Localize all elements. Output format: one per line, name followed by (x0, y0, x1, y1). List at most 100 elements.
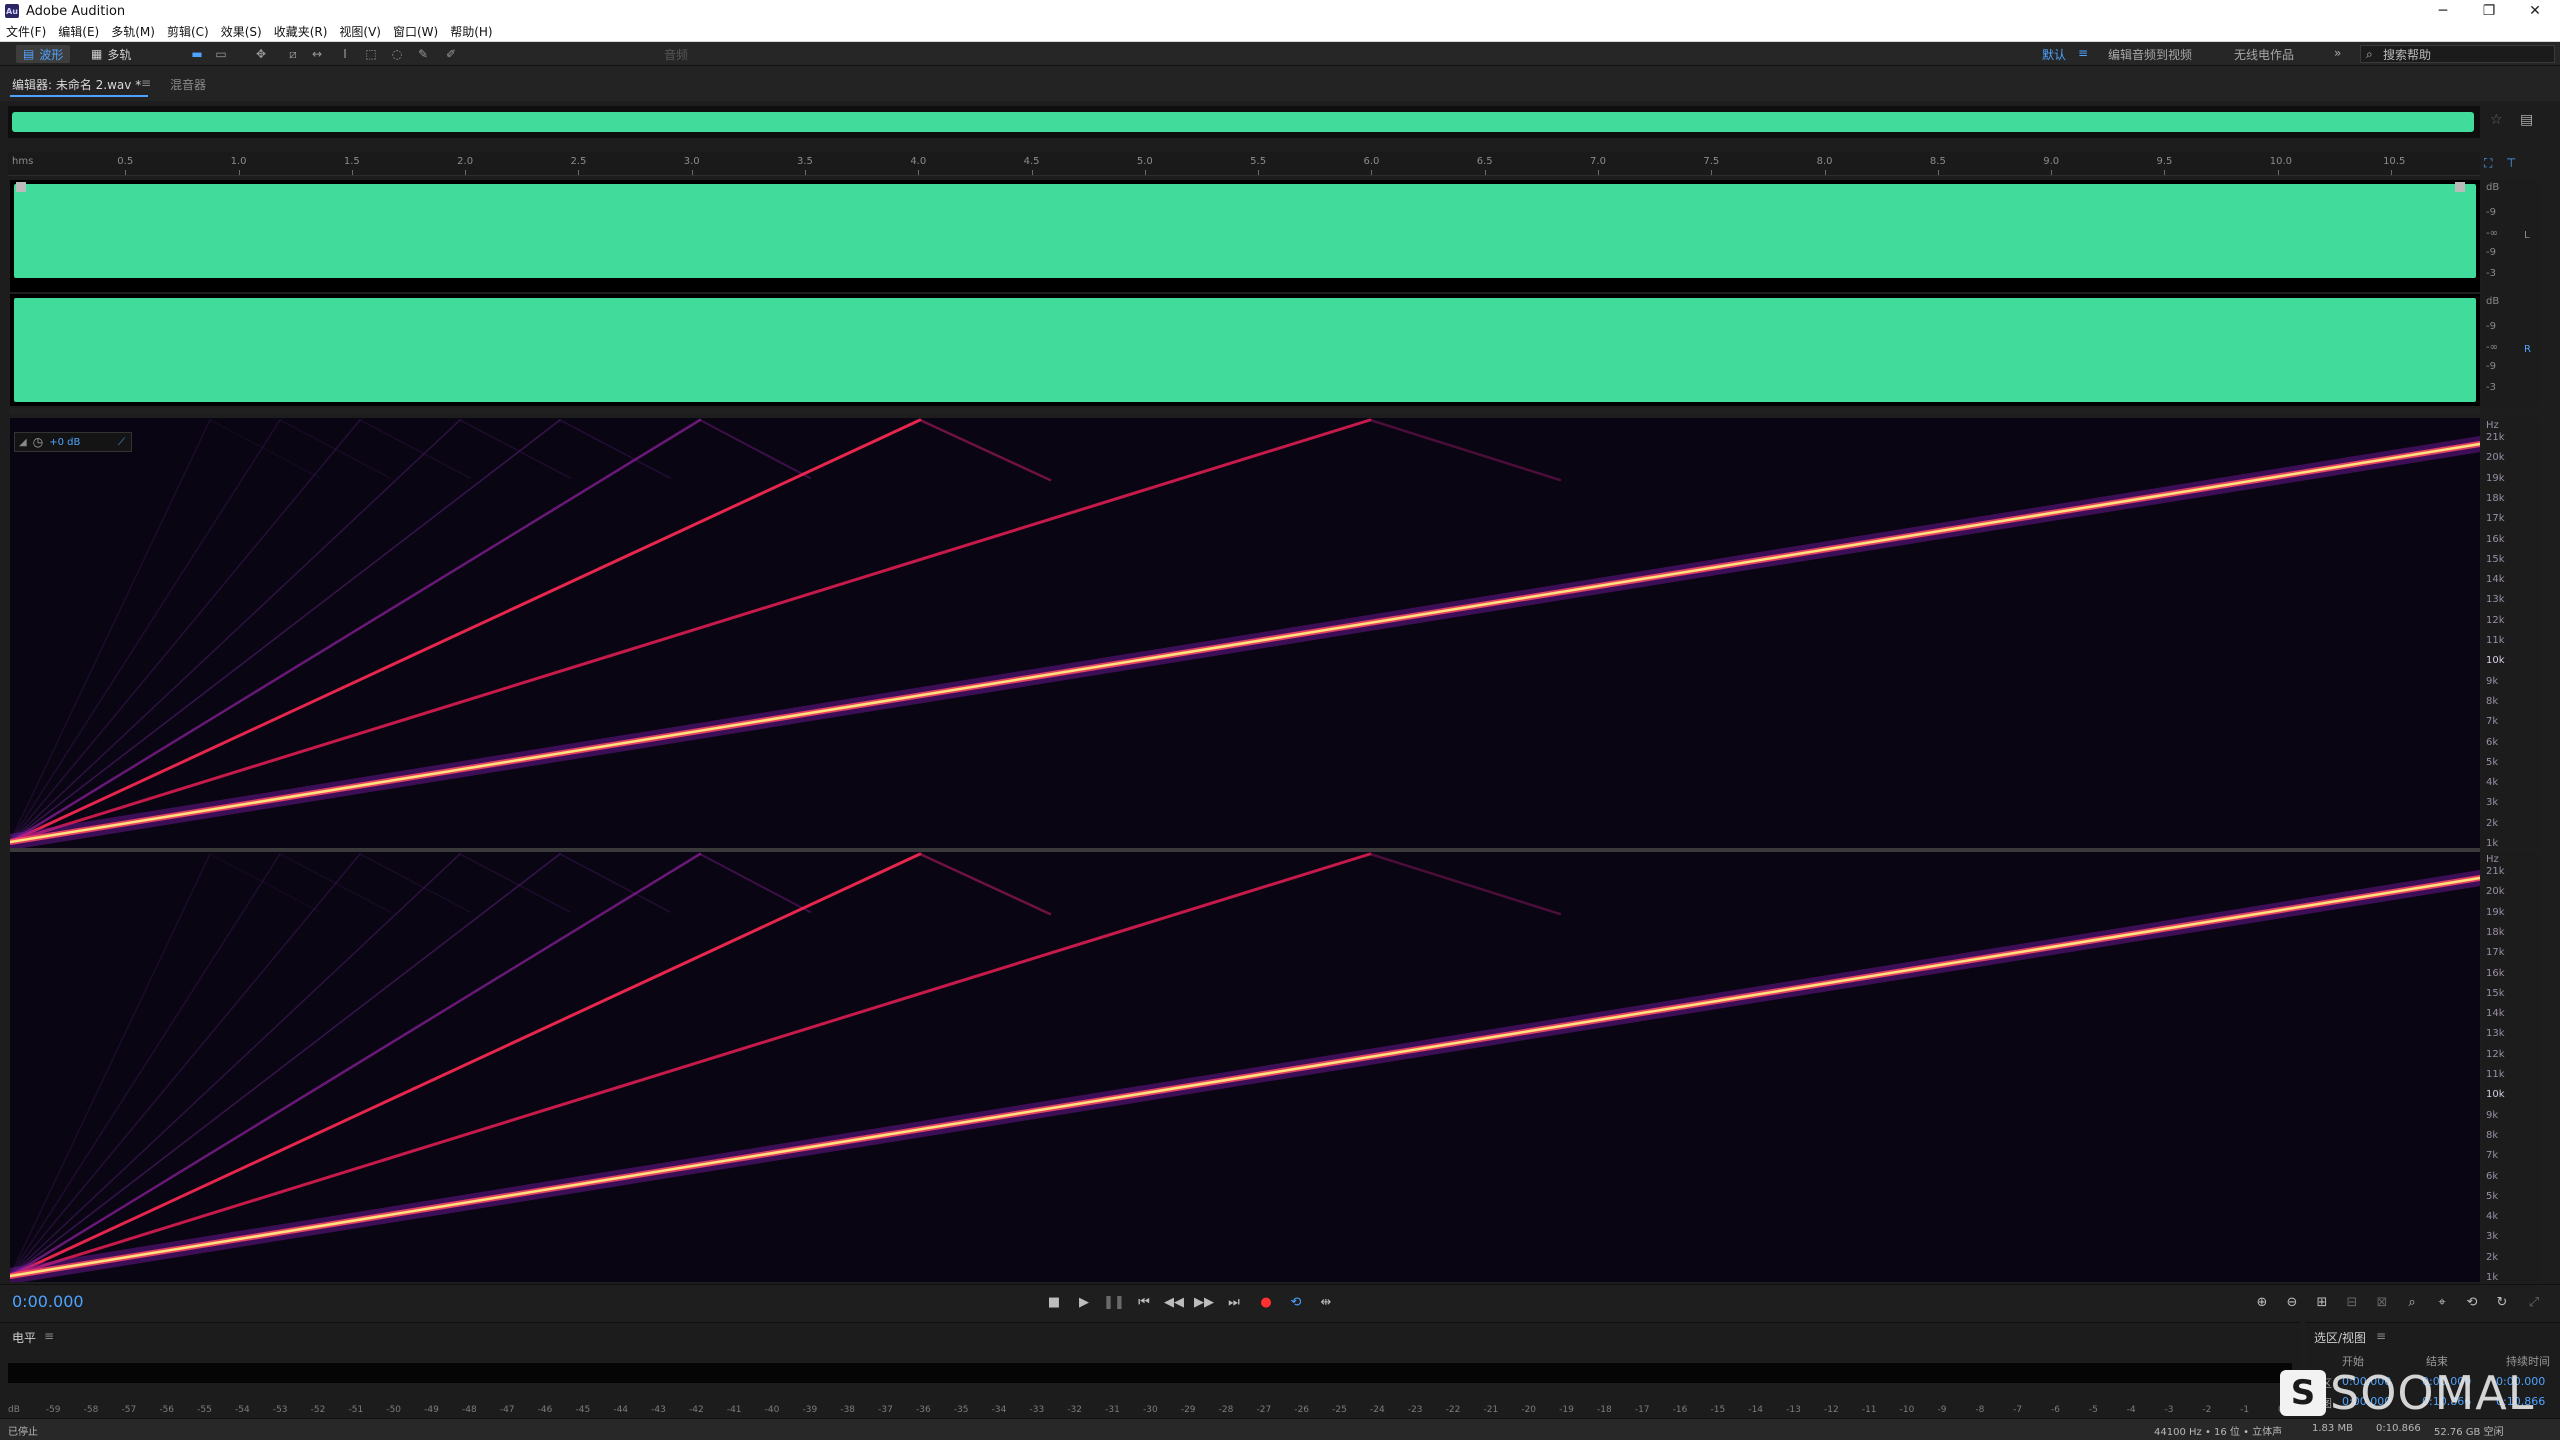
menu-edit[interactable]: 编辑(E) (58, 23, 99, 40)
frequency-label: 18k (2486, 926, 2505, 938)
rewind-button[interactable]: ◀◀ (1164, 1292, 1184, 1312)
spot-heal-tool-icon[interactable]: ✐ (444, 47, 458, 61)
spectral-display-right[interactable] (10, 852, 2480, 1282)
meter-scale-label: -22 (1445, 1405, 1461, 1415)
menu-file[interactable]: 文件(F) (6, 23, 46, 40)
zoom-selection-icon[interactable]: ⊟ (2342, 1292, 2362, 1312)
pause-button[interactable]: ❚❚ (1103, 1292, 1125, 1312)
stop-button[interactable]: ■ (1044, 1292, 1064, 1312)
harmonic-trace (10, 852, 1372, 1278)
meter-scale-label: -32 (1067, 1405, 1083, 1415)
menu-multitrack[interactable]: 多轨(M) (111, 23, 155, 40)
hud-gain-knob-icon[interactable]: ◷ (33, 435, 43, 449)
waveform-channel-left[interactable] (10, 180, 2480, 292)
menu-clip[interactable]: 剪辑(C) (167, 23, 209, 40)
menu-effects[interactable]: 效果(S) (221, 23, 262, 40)
zoom-in-time-icon[interactable]: ⊞ (2312, 1292, 2332, 1312)
menu-favorites[interactable]: 收藏夹(R) (274, 23, 328, 40)
zoom-fit-icon[interactable]: ↻ (2492, 1292, 2512, 1312)
menu-help[interactable]: 帮助(H) (450, 23, 492, 40)
meter-scale-label: -2 (2202, 1405, 2212, 1415)
move-tool-icon[interactable]: ✥ (254, 47, 268, 61)
pin-icon[interactable]: ⊤ (2506, 156, 2516, 170)
menu-window[interactable]: 窗口(W) (393, 23, 438, 40)
time-selection-tool-icon[interactable]: I (338, 47, 352, 61)
overview-navigator[interactable] (8, 106, 2480, 138)
ruler-tick-mark (691, 170, 693, 175)
go-to-end-button[interactable]: ⏭ (1224, 1292, 1244, 1312)
levels-title: 电平 (12, 1331, 37, 1345)
slip-tool-icon[interactable]: ↔ (310, 47, 324, 61)
channel-right-button[interactable]: R (2524, 344, 2531, 355)
waveform-channel-right[interactable] (10, 294, 2480, 406)
ruler-tick-mark (805, 170, 807, 175)
razor-tool-icon[interactable]: ⧄ (286, 47, 300, 61)
selection-menu-icon[interactable]: ≡ (2376, 1329, 2386, 1343)
waveform-mode-button[interactable]: ▤ 波形 (16, 45, 71, 63)
workspace-overflow-icon[interactable]: » (2334, 46, 2341, 60)
ruler-tick-label: 0.5 (117, 156, 134, 167)
hud-gain-value[interactable]: +0 dB (49, 437, 80, 448)
channel-left-button[interactable]: L (2524, 230, 2530, 241)
search-help-input[interactable]: ⌕ 搜索帮助 (2360, 45, 2555, 63)
hud-pin-icon[interactable]: ⟋ (118, 437, 125, 448)
fade-in-handle-icon[interactable] (16, 182, 26, 192)
frequency-label: 13k (2486, 1028, 2505, 1040)
lasso-tool-icon[interactable]: ◌ (390, 47, 404, 61)
workspace-menu-icon[interactable]: ≡ (2078, 46, 2088, 60)
loop-playback-button[interactable]: ⟲ (1286, 1292, 1306, 1312)
minimize-icon[interactable]: ─ (2420, 0, 2466, 22)
workspace-radio[interactable]: 无线电作品 (2234, 46, 2294, 63)
hud-panel[interactable]: ◢ ◷ +0 dB ⟋ (14, 432, 132, 452)
zoom-reset-icon[interactable]: ⟲ (2462, 1292, 2482, 1312)
zoom-full-icon[interactable]: ⤢ (2524, 1292, 2544, 1312)
marquee-tool-icon[interactable]: ⬚ (364, 47, 378, 61)
current-time-display[interactable]: 0:00.000 (12, 1292, 84, 1311)
spectral-display-left[interactable]: ◢ ◷ +0 dB ⟋ (10, 418, 2480, 848)
mixer-tab[interactable]: 混音器 (170, 76, 206, 93)
tab-menu-icon[interactable]: ≡ (141, 76, 151, 90)
record-button[interactable]: ● (1256, 1292, 1276, 1312)
harmonic-fold-trace (359, 419, 471, 479)
workspace-default[interactable]: 默认 (2042, 46, 2066, 63)
close-icon[interactable]: ✕ (2512, 0, 2558, 22)
ruler-tick-label: 9.5 (2156, 156, 2173, 167)
harmonic-fold-trace (918, 852, 1052, 916)
harmonic-trace (10, 418, 1372, 844)
harmonic-fold-trace (918, 418, 1052, 482)
meter-scale-label: -30 (1143, 1405, 1158, 1415)
multitrack-mode-button[interactable]: ▦ 多轨 (84, 45, 138, 63)
ruler-tick-mark (238, 170, 240, 175)
snap-icon[interactable]: ⛶ (2484, 156, 2492, 171)
zoom-out-full-icon[interactable]: ⊠ (2372, 1292, 2392, 1312)
brush-tool-icon[interactable]: ✎ (416, 47, 430, 61)
zoom-in-playhead-icon[interactable]: ⌖ (2432, 1292, 2452, 1312)
search-icon: ⌕ (2366, 47, 2373, 61)
workspace-video[interactable]: 编辑音频到视频 (2108, 46, 2192, 63)
frequency-label: 9k (2486, 1109, 2499, 1121)
show-spectral-icon[interactable]: ▬ (190, 47, 204, 61)
fast-forward-button[interactable]: ▶▶ (1194, 1292, 1214, 1312)
zoom-favorite-icon[interactable]: ☆ (2490, 112, 2503, 128)
fade-out-handle-icon[interactable] (2455, 182, 2465, 192)
meter-scale-label: -40 (764, 1405, 780, 1415)
frequency-label: 17k (2486, 513, 2505, 525)
zoom-out-time-icon[interactable]: ⌕ (2402, 1292, 2422, 1312)
zoom-in-amplitude-icon[interactable]: ⊕ (2252, 1292, 2272, 1312)
waveform-spectral-splitter[interactable] (10, 408, 2480, 414)
show-pitch-icon[interactable]: ▭ (214, 47, 228, 61)
go-to-start-button[interactable]: ⏮ (1134, 1292, 1154, 1312)
zoom-out-amplitude-icon[interactable]: ⊖ (2282, 1292, 2302, 1312)
skip-selection-button[interactable]: ⇹ (1316, 1292, 1336, 1312)
active-tab-underline (10, 95, 148, 97)
menu-view[interactable]: 视图(V) (339, 23, 381, 40)
time-ruler[interactable]: hms 0.5 1.0 1.5 2.0 2.5 3.0 3.5 4.0 4.5 5.0 5.5 6.0… (8, 152, 2480, 176)
maximize-icon[interactable]: ❐ (2466, 0, 2512, 22)
play-button[interactable]: ▶ (1074, 1292, 1094, 1312)
levels-menu-icon[interactable]: ≡ (44, 1329, 54, 1343)
frequency-scale-right: Hz 21k 20k 19k 18k 17k 16k 15k 14k 13k 12k 11k 10k 9k… (2482, 852, 2540, 1283)
level-meter (8, 1363, 2292, 1383)
overview-menu-icon[interactable]: ▤ (2520, 112, 2533, 128)
editor-tab[interactable]: 编辑器: 未命名 2.wav * (12, 76, 141, 93)
frequency-label: 18k (2486, 492, 2505, 504)
